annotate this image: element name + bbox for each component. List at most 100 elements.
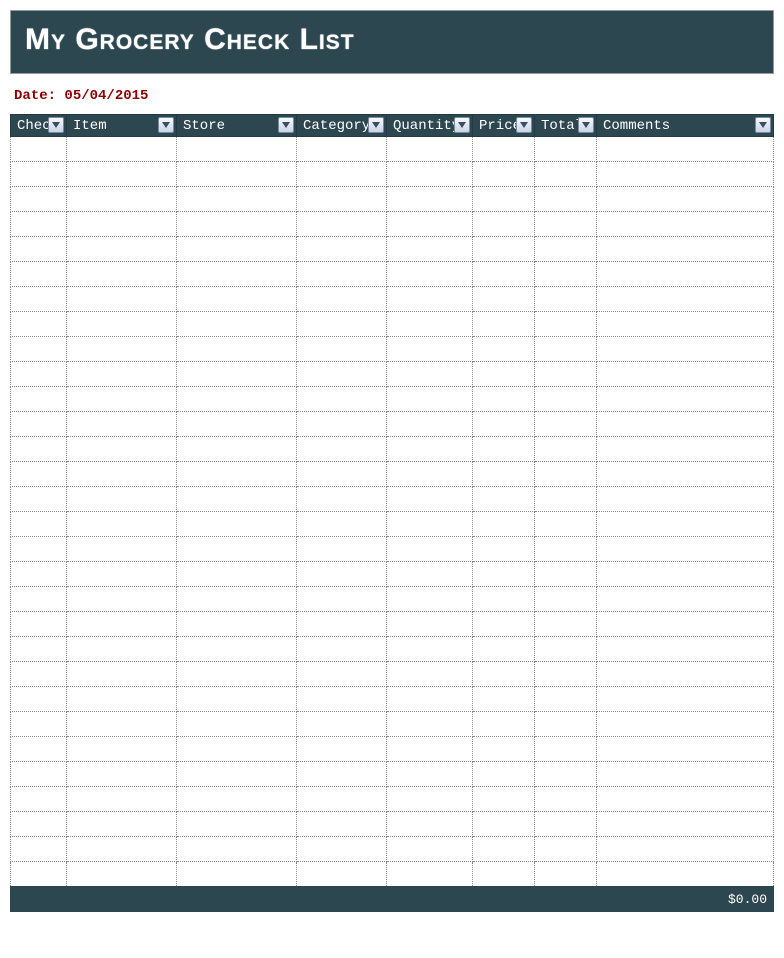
cell-quantity[interactable]	[387, 662, 473, 687]
cell-item[interactable]	[67, 337, 177, 362]
cell-total[interactable]	[535, 237, 597, 262]
cell-total[interactable]	[535, 812, 597, 837]
cell-item[interactable]	[67, 637, 177, 662]
cell-category[interactable]	[297, 262, 387, 287]
cell-price[interactable]	[473, 237, 535, 262]
cell-store[interactable]	[177, 337, 297, 362]
cell-check[interactable]	[11, 287, 67, 312]
cell-store[interactable]	[177, 537, 297, 562]
cell-item[interactable]	[67, 462, 177, 487]
cell-comments[interactable]	[597, 412, 774, 437]
cell-quantity[interactable]	[387, 387, 473, 412]
cell-check[interactable]	[11, 562, 67, 587]
cell-quantity[interactable]	[387, 162, 473, 187]
cell-category[interactable]	[297, 412, 387, 437]
cell-check[interactable]	[11, 212, 67, 237]
cell-item[interactable]	[67, 512, 177, 537]
cell-comments[interactable]	[597, 162, 774, 187]
cell-check[interactable]	[11, 362, 67, 387]
cell-quantity[interactable]	[387, 462, 473, 487]
cell-quantity[interactable]	[387, 362, 473, 387]
cell-category[interactable]	[297, 387, 387, 412]
cell-comments[interactable]	[597, 337, 774, 362]
cell-category[interactable]	[297, 587, 387, 612]
cell-check[interactable]	[11, 787, 67, 812]
cell-category[interactable]	[297, 712, 387, 737]
cell-total[interactable]	[535, 762, 597, 787]
cell-category[interactable]	[297, 562, 387, 587]
filter-dropdown-icon[interactable]	[578, 117, 594, 133]
cell-store[interactable]	[177, 737, 297, 762]
cell-check[interactable]	[11, 862, 67, 887]
cell-category[interactable]	[297, 162, 387, 187]
cell-quantity[interactable]	[387, 837, 473, 862]
cell-quantity[interactable]	[387, 137, 473, 162]
cell-check[interactable]	[11, 412, 67, 437]
cell-price[interactable]	[473, 212, 535, 237]
cell-total[interactable]	[535, 562, 597, 587]
cell-quantity[interactable]	[387, 687, 473, 712]
cell-comments[interactable]	[597, 837, 774, 862]
cell-store[interactable]	[177, 512, 297, 537]
cell-comments[interactable]	[597, 287, 774, 312]
cell-total[interactable]	[535, 412, 597, 437]
cell-comments[interactable]	[597, 712, 774, 737]
cell-total[interactable]	[535, 287, 597, 312]
cell-total[interactable]	[535, 637, 597, 662]
cell-quantity[interactable]	[387, 512, 473, 537]
cell-price[interactable]	[473, 437, 535, 462]
cell-comments[interactable]	[597, 537, 774, 562]
filter-dropdown-icon[interactable]	[516, 117, 532, 133]
cell-total[interactable]	[535, 512, 597, 537]
cell-check[interactable]	[11, 462, 67, 487]
cell-check[interactable]	[11, 237, 67, 262]
cell-item[interactable]	[67, 737, 177, 762]
cell-price[interactable]	[473, 662, 535, 687]
cell-check[interactable]	[11, 437, 67, 462]
cell-item[interactable]	[67, 587, 177, 612]
cell-item[interactable]	[67, 487, 177, 512]
cell-price[interactable]	[473, 812, 535, 837]
cell-total[interactable]	[535, 462, 597, 487]
cell-comments[interactable]	[597, 812, 774, 837]
cell-price[interactable]	[473, 712, 535, 737]
cell-comments[interactable]	[597, 687, 774, 712]
cell-total[interactable]	[535, 787, 597, 812]
cell-store[interactable]	[177, 212, 297, 237]
cell-quantity[interactable]	[387, 437, 473, 462]
cell-quantity[interactable]	[387, 262, 473, 287]
cell-item[interactable]	[67, 287, 177, 312]
cell-comments[interactable]	[597, 487, 774, 512]
filter-dropdown-icon[interactable]	[368, 117, 384, 133]
filter-dropdown-icon[interactable]	[48, 117, 64, 133]
cell-comments[interactable]	[597, 787, 774, 812]
cell-comments[interactable]	[597, 437, 774, 462]
cell-comments[interactable]	[597, 362, 774, 387]
cell-item[interactable]	[67, 262, 177, 287]
cell-quantity[interactable]	[387, 862, 473, 887]
cell-item[interactable]	[67, 387, 177, 412]
cell-quantity[interactable]	[387, 237, 473, 262]
cell-category[interactable]	[297, 462, 387, 487]
cell-price[interactable]	[473, 512, 535, 537]
cell-check[interactable]	[11, 262, 67, 287]
cell-check[interactable]	[11, 337, 67, 362]
cell-quantity[interactable]	[387, 487, 473, 512]
cell-total[interactable]	[535, 862, 597, 887]
cell-category[interactable]	[297, 787, 387, 812]
cell-category[interactable]	[297, 187, 387, 212]
cell-item[interactable]	[67, 362, 177, 387]
cell-total[interactable]	[535, 437, 597, 462]
cell-category[interactable]	[297, 487, 387, 512]
cell-total[interactable]	[535, 187, 597, 212]
cell-quantity[interactable]	[387, 337, 473, 362]
cell-price[interactable]	[473, 162, 535, 187]
cell-comments[interactable]	[597, 187, 774, 212]
cell-total[interactable]	[535, 162, 597, 187]
cell-category[interactable]	[297, 812, 387, 837]
cell-price[interactable]	[473, 362, 535, 387]
cell-total[interactable]	[535, 662, 597, 687]
cell-price[interactable]	[473, 837, 535, 862]
cell-check[interactable]	[11, 587, 67, 612]
cell-store[interactable]	[177, 387, 297, 412]
